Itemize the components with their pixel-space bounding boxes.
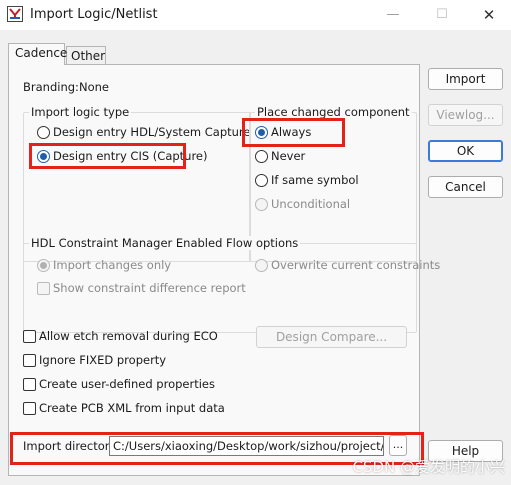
if-same-symbol-label[interactable]: If same symbol [271,173,359,187]
app-icon [7,6,23,22]
cancel-button[interactable]: Cancel [428,176,503,198]
tab-other[interactable]: Other [66,46,106,66]
viewlog-button[interactable]: Viewlog... [428,104,503,126]
if-same-symbol-radio[interactable] [255,174,268,187]
overwrite-constraints-label[interactable]: Overwrite current constraints [271,258,440,272]
unconditional-radio[interactable] [255,198,268,211]
window-title: Import Logic/Netlist [30,7,158,22]
unconditional-label[interactable]: Unconditional [271,197,350,211]
highlight-cis-capture [29,143,186,169]
hdl-constraint-title: HDL Constraint Manager Enabled Flow opti… [29,236,301,250]
minimize-button[interactable]: — [380,4,406,26]
import-changes-only-radio[interactable] [37,259,50,272]
ignore-fixed-label[interactable]: Ignore FIXED property [39,353,166,367]
hdl-system-capture-label[interactable]: Design entry HDL/System Capture [53,125,250,139]
branding-label: Branding: [23,80,79,94]
ok-button[interactable]: OK [428,140,503,162]
create-pcb-xml-label[interactable]: Create PCB XML from input data [39,401,225,415]
ignore-fixed-checkbox[interactable] [23,354,36,367]
design-compare-button[interactable]: Design Compare... [256,326,407,348]
tab-panel-cadence: Branding: None Import logic type Design … [8,64,440,476]
close-button[interactable]: ✕ [476,4,502,26]
create-user-props-checkbox[interactable] [23,378,36,391]
import-logic-type-title: Import logic type [29,105,132,119]
import-button[interactable]: Import [428,68,503,90]
allow-etch-removal-label[interactable]: Allow etch removal during ECO [39,329,218,343]
never-label[interactable]: Never [271,149,305,163]
highlight-always [242,118,345,147]
dialog-client-area: Cadence Other Branding: None Import logi… [0,30,511,485]
allow-etch-removal-checkbox[interactable] [23,330,36,343]
import-changes-only-label[interactable]: Import changes only [53,258,171,272]
show-difference-label[interactable]: Show constraint difference report [53,281,246,295]
create-pcb-xml-checkbox[interactable] [23,402,36,415]
create-user-props-label[interactable]: Create user-defined properties [39,377,215,391]
never-radio[interactable] [255,150,268,163]
title-bar[interactable]: Import Logic/Netlist — ☐ ✕ [0,0,511,30]
show-difference-checkbox[interactable] [37,282,50,295]
place-changed-title: Place changed component [255,105,412,119]
branding-value: None [79,80,110,94]
hdl-system-capture-radio[interactable] [37,126,50,139]
watermark: CSDN @爱发明的小兴 [352,458,505,476]
maximize-button[interactable]: ☐ [429,4,455,26]
overwrite-constraints-radio[interactable] [255,259,268,272]
tab-cadence[interactable]: Cadence [8,43,67,65]
